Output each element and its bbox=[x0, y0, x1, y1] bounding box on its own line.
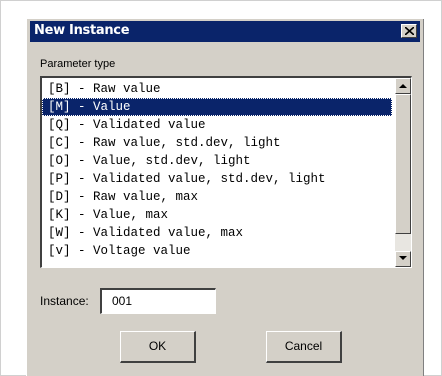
list-item[interactable]: [D] - Raw value, max bbox=[42, 188, 392, 206]
arrow-up-icon bbox=[399, 84, 407, 88]
list-item[interactable]: [v] - Voltage value bbox=[42, 242, 392, 260]
list-item[interactable]: [M] - Value bbox=[42, 98, 392, 116]
dialog-title: New Instance bbox=[34, 23, 130, 38]
instance-input[interactable]: 001 bbox=[100, 288, 216, 314]
close-button[interactable] bbox=[401, 24, 417, 38]
vertical-scrollbar[interactable] bbox=[395, 78, 411, 267]
list-item[interactable]: [O] - Value, std.dev, light bbox=[42, 152, 392, 170]
list-item[interactable]: [B] - Raw value bbox=[42, 80, 392, 98]
title-bar[interactable]: New Instance bbox=[30, 21, 420, 42]
arrow-down-icon bbox=[399, 256, 407, 260]
list-item[interactable]: [C] - Raw value, std.dev, light bbox=[42, 134, 392, 152]
parameter-type-listbox[interactable]: [B] - Raw value [M] - Value [Q] - Validate… bbox=[40, 76, 412, 268]
list-item[interactable]: [P] - Validated value, std.dev, light bbox=[42, 170, 392, 188]
scrollbar-thumb[interactable] bbox=[395, 94, 411, 234]
list-item[interactable]: [Q] - Validated value bbox=[42, 116, 392, 134]
instance-label: Instance: bbox=[40, 294, 89, 308]
parameter-type-list: [B] - Raw value [M] - Value [Q] - Validate… bbox=[42, 80, 392, 260]
close-icon bbox=[405, 27, 414, 35]
cancel-button[interactable]: Cancel bbox=[266, 331, 342, 363]
parameter-type-label: Parameter type bbox=[40, 58, 116, 70]
scroll-up-button[interactable] bbox=[395, 78, 411, 94]
ok-button[interactable]: OK bbox=[120, 331, 196, 363]
scroll-down-button[interactable] bbox=[395, 251, 411, 267]
new-instance-dialog: New Instance Parameter type [B] - Raw va… bbox=[26, 18, 424, 376]
list-item[interactable]: [K] - Value, max bbox=[42, 206, 392, 224]
list-item[interactable]: [W] - Validated value, max bbox=[42, 224, 392, 242]
